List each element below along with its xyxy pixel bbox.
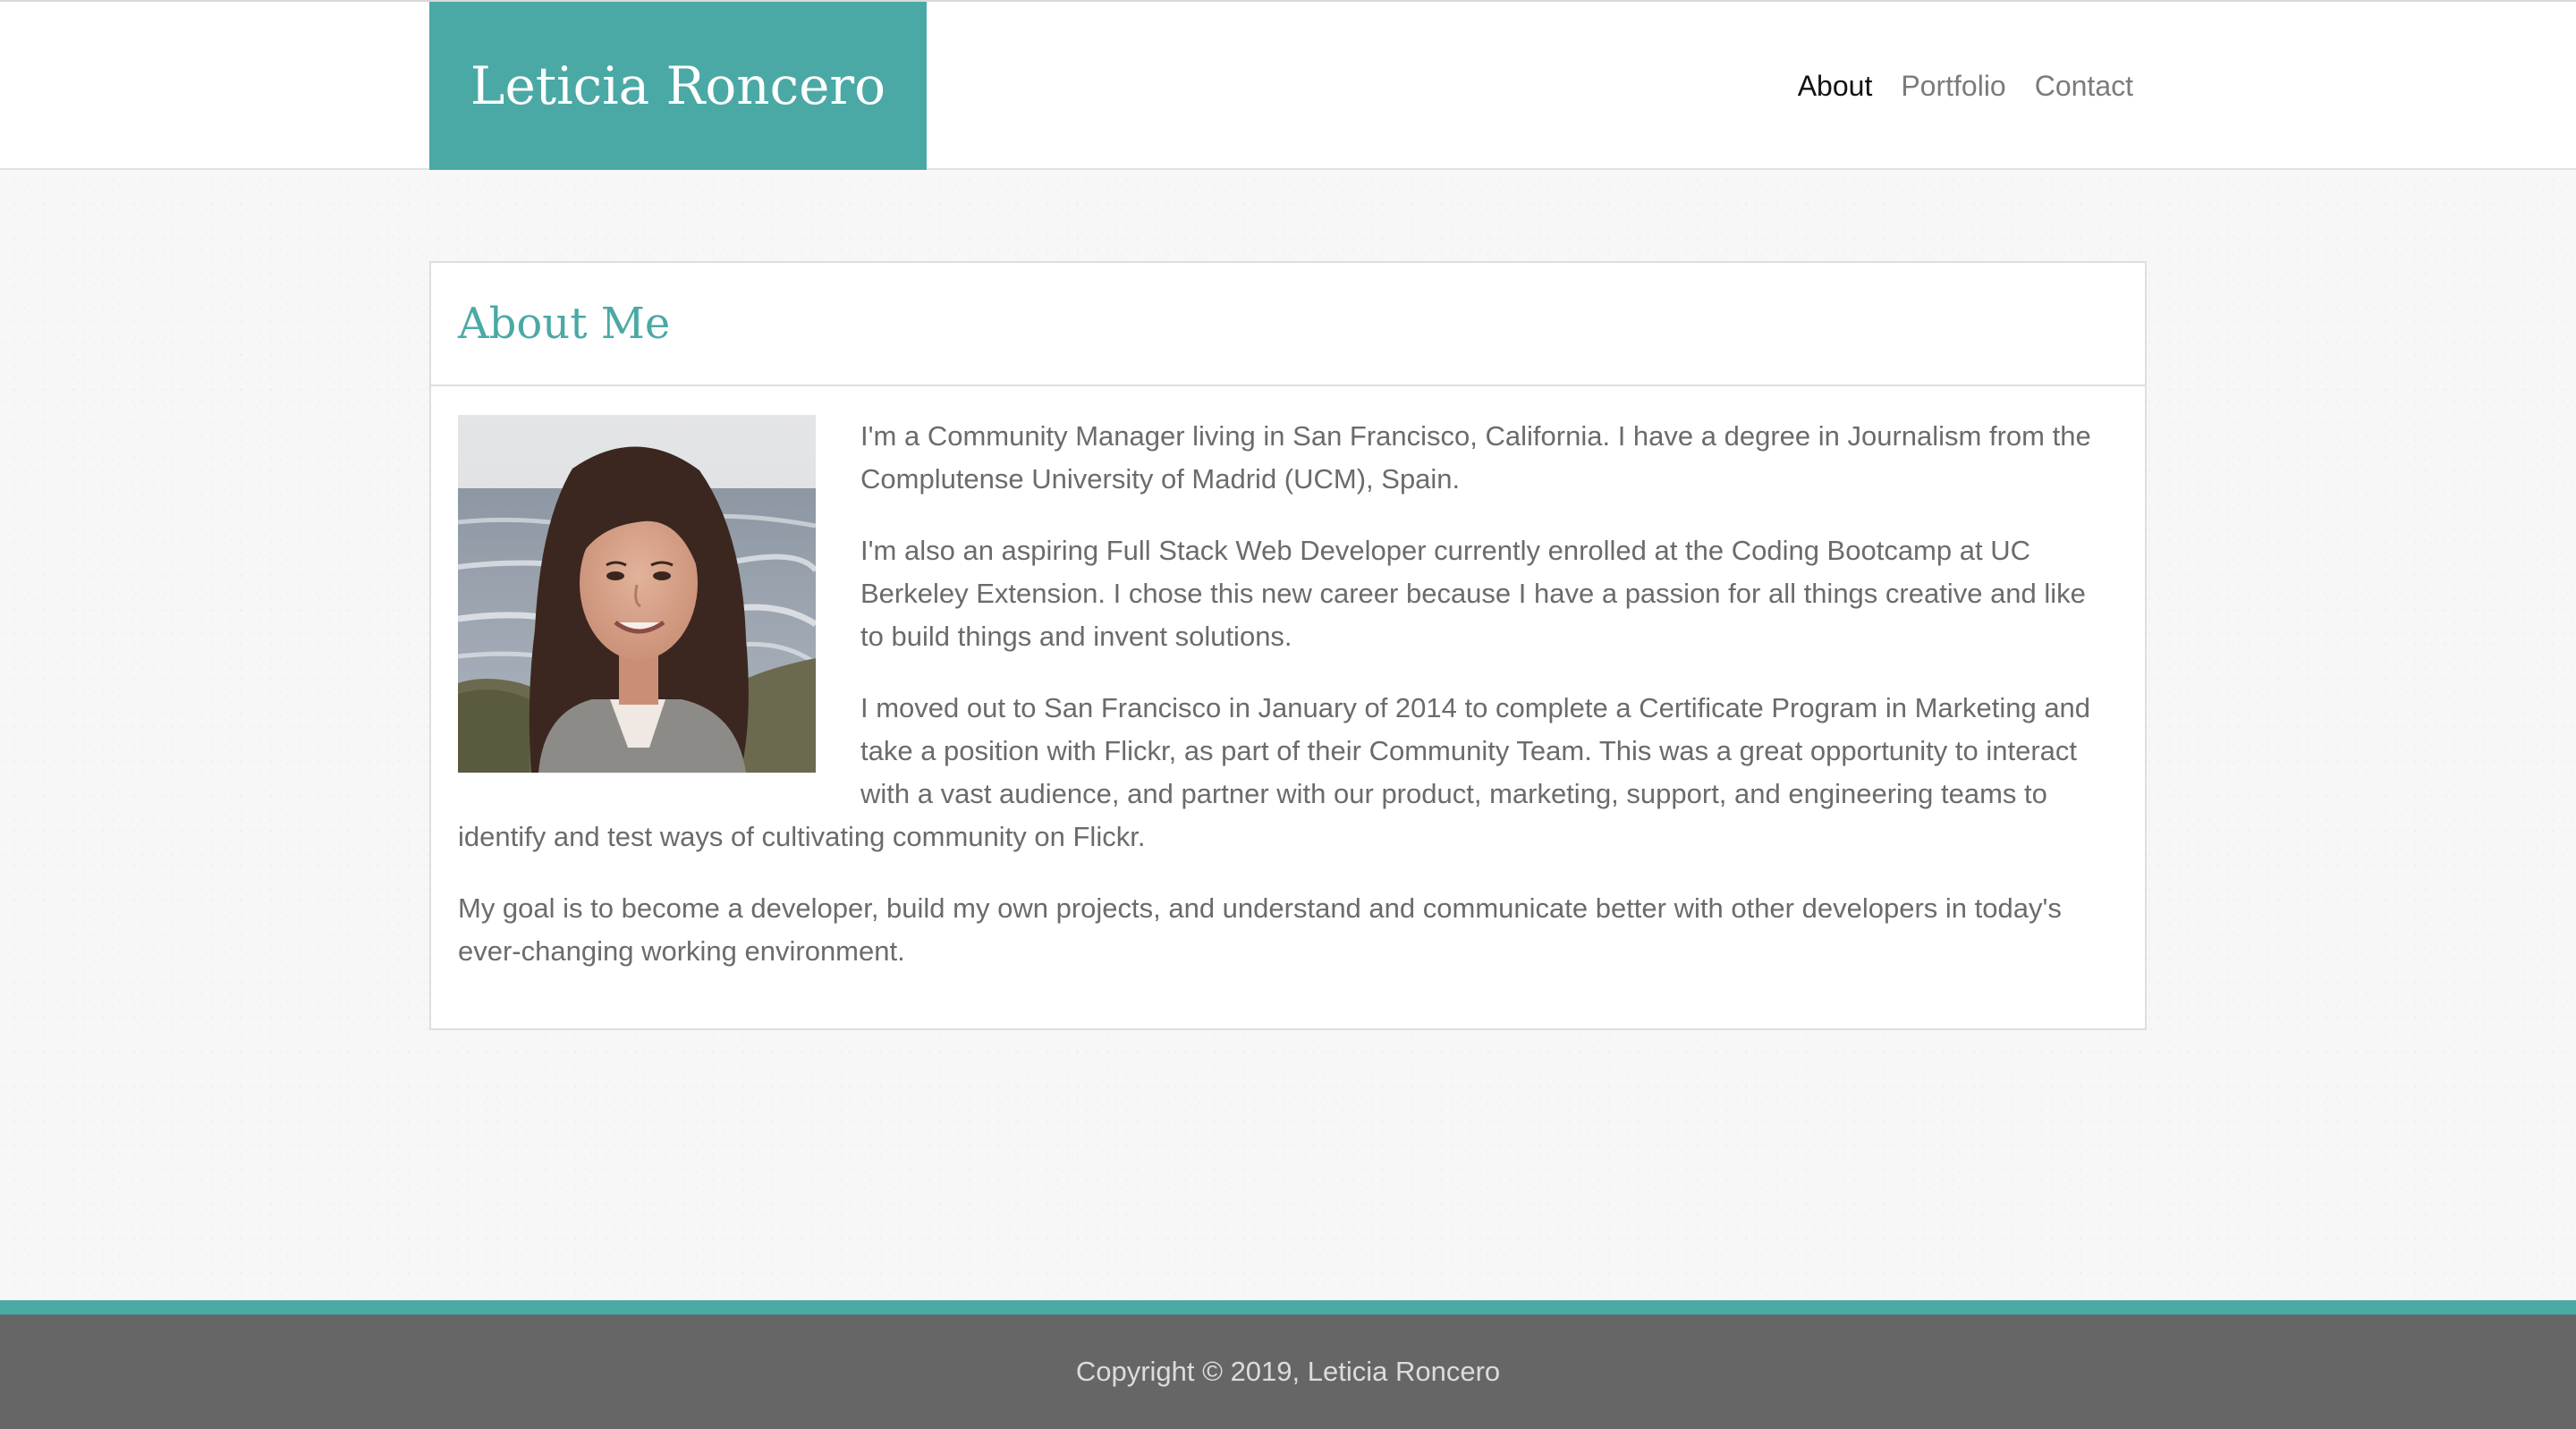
footer-accent-bar [0, 1300, 2576, 1315]
brand-logo-link[interactable]: Leticia Roncero [429, 2, 927, 170]
nav-link-portfolio[interactable]: Portfolio [1901, 70, 2005, 103]
brand-name: Leticia Roncero [470, 55, 886, 116]
about-card: About Me I'm a Community Manager living … [429, 261, 2147, 1030]
copyright-text: Copyright © 2019, Leticia Roncero [1075, 1356, 1501, 1387]
site-header: Leticia Roncero About Portfolio Contact [0, 0, 2576, 170]
nav-link-about[interactable]: About [1798, 70, 1873, 103]
about-card-header: About Me [431, 263, 2145, 386]
about-paragraph: My goal is to become a developer, build … [458, 892, 2062, 967]
main-nav: About Portfolio Contact [1769, 2, 2133, 170]
profile-photo [458, 415, 816, 773]
site-footer: Copyright © 2019, Leticia Roncero [0, 1315, 2576, 1429]
about-card-body: I'm a Community Manager living in San Fr… [431, 386, 2145, 973]
about-title: About Me [458, 299, 671, 349]
nav-link-contact[interactable]: Contact [2035, 70, 2133, 103]
